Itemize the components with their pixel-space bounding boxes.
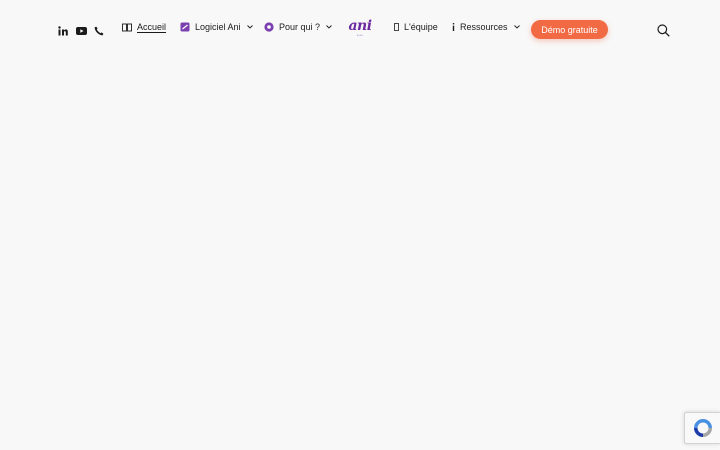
chevron-down-icon	[246, 25, 253, 29]
nav-label-pour-qui: Pour qui ?	[279, 22, 321, 32]
social-links	[54, 24, 108, 38]
search-button[interactable]	[657, 24, 670, 37]
screen-icon	[180, 22, 190, 32]
target-icon	[264, 22, 274, 32]
recaptcha-icon	[693, 419, 712, 437]
chevron-down-icon	[513, 25, 520, 29]
team-icon	[394, 23, 399, 31]
nav-item-pour-qui[interactable]: Pour qui ?	[264, 22, 332, 32]
nav-item-accueil[interactable]: Accueil	[122, 22, 166, 32]
phone-icon	[94, 26, 104, 36]
info-icon	[452, 23, 455, 31]
nav-item-ressources[interactable]: Ressources	[452, 22, 520, 32]
youtube-icon	[75, 27, 87, 35]
home-icon	[122, 23, 132, 32]
linkedin-icon	[58, 26, 68, 36]
nav-item-equipe[interactable]: L'équipe	[394, 22, 438, 32]
linkedin-link[interactable]	[54, 24, 72, 38]
demo-button[interactable]: Démo gratuite	[531, 20, 608, 39]
logo-underline-icon: ••••	[356, 33, 364, 37]
brand-logo[interactable]: ani ••••	[346, 19, 374, 39]
logo-text: ani	[348, 18, 372, 34]
nav-label-equipe: L'équipe	[404, 22, 438, 32]
search-icon	[657, 24, 670, 37]
nav-label-ressources: Ressources	[460, 22, 508, 32]
nav-label-accueil: Accueil	[137, 22, 167, 32]
youtube-link[interactable]	[72, 24, 90, 38]
nav-label-logiciel: Logiciel Ani	[195, 22, 241, 32]
recaptcha-badge[interactable]	[684, 412, 720, 444]
phone-link[interactable]	[90, 24, 108, 38]
site-header: Accueil Logiciel Ani Pour qui ? ani ••••	[0, 0, 720, 60]
nav-item-logiciel[interactable]: Logiciel Ani	[180, 22, 253, 32]
chevron-down-icon	[326, 25, 332, 29]
